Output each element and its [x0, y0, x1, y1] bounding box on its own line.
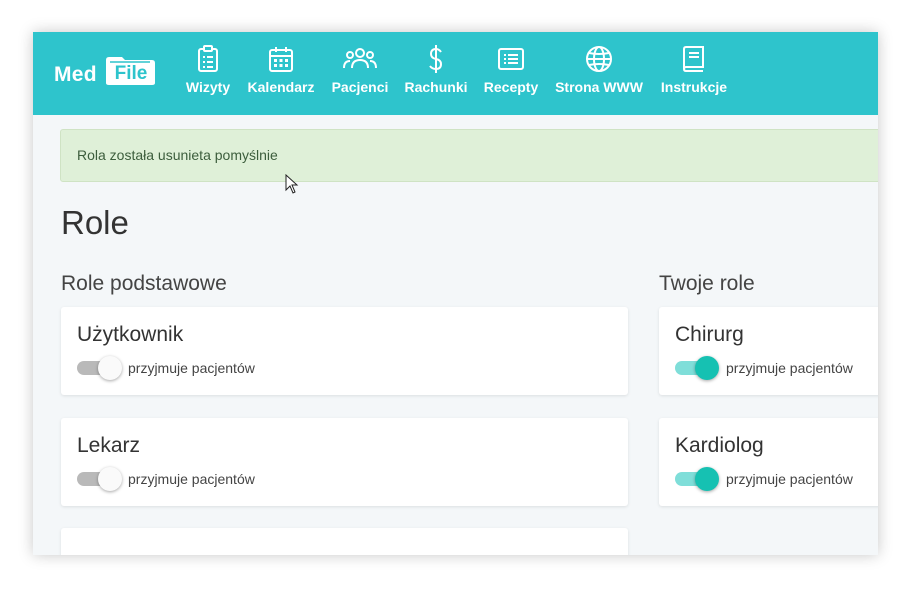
- nav-item-instrukcje[interactable]: Instrukcje: [659, 44, 729, 106]
- medfile-logo[interactable]: Med File: [54, 54, 158, 88]
- accepts-patients-toggle[interactable]: [675, 467, 723, 491]
- nav-item-rachunki[interactable]: Rachunki: [404, 44, 468, 106]
- top-navbar: Med File Wizyty Kalendarz Pacjenci Rachu…: [33, 32, 878, 115]
- toggle-knob: [695, 467, 719, 491]
- mouse-cursor-icon: [285, 174, 299, 194]
- nav-item-recepty[interactable]: Recepty: [483, 44, 539, 106]
- nav-label: Wizyty: [185, 79, 231, 95]
- calendar-icon: [269, 47, 293, 72]
- nav-item-wizyty[interactable]: Wizyty: [185, 44, 231, 106]
- nav-label: Strona WWW: [555, 79, 643, 95]
- accepts-patients-toggle[interactable]: [77, 356, 125, 380]
- toggle-label: przyjmuje pacjentów: [726, 360, 853, 376]
- alert-message: Rola została usunieta pomyślnie: [77, 147, 278, 163]
- clipboard-icon: [198, 45, 218, 72]
- role-card-uzytkownik: Użytkownik przyjmuje pacjentów: [61, 307, 628, 395]
- toggle-knob: [98, 356, 122, 380]
- logo-med-text: Med: [54, 63, 97, 86]
- logo-file-text: File: [114, 63, 148, 84]
- role-name: Chirurg: [675, 323, 744, 346]
- role-name: Lekarz: [77, 434, 141, 457]
- nav-label: Recepty: [483, 79, 539, 95]
- section-title-your-roles: Twoje role: [659, 272, 755, 295]
- toggle-label: przyjmuje pacjentów: [726, 471, 853, 487]
- users-icon: [343, 48, 377, 69]
- nav-label: Instrukcje: [660, 79, 728, 95]
- role-card-lekarz: Lekarz przyjmuje pacjentów: [61, 418, 628, 506]
- role-card-partial: [61, 528, 628, 555]
- toggle-label: przyjmuje pacjentów: [128, 471, 255, 487]
- nav-item-pacjenci[interactable]: Pacjenci: [330, 44, 390, 106]
- nav-item-kalendarz[interactable]: Kalendarz: [246, 44, 316, 106]
- nav-label: Rachunki: [404, 79, 468, 95]
- section-title-basic-roles: Role podstawowe: [61, 272, 227, 295]
- nav-item-strona-www[interactable]: Strona WWW: [553, 44, 645, 106]
- page-title: Role: [61, 204, 129, 241]
- accepts-patients-toggle[interactable]: [675, 356, 723, 380]
- role-card-chirurg: Chirurg przyjmuje pacjentów: [659, 307, 878, 395]
- book-icon: [682, 46, 704, 72]
- role-name: Kardiolog: [675, 434, 764, 457]
- nav-label: Kalendarz: [247, 79, 315, 95]
- role-name: Użytkownik: [77, 323, 184, 346]
- app-window: Med File Wizyty Kalendarz Pacjenci Rachu…: [33, 32, 878, 555]
- globe-icon: [586, 46, 612, 72]
- success-alert: Rola została usunieta pomyślnie: [60, 129, 878, 182]
- role-card-kardiolog: Kardiolog przyjmuje pacjentów: [659, 418, 878, 506]
- list-icon: [498, 48, 524, 70]
- toggle-label: przyjmuje pacjentów: [128, 360, 255, 376]
- nav-label: Pacjenci: [331, 79, 389, 95]
- toggle-knob: [98, 467, 122, 491]
- toggle-knob: [695, 356, 719, 380]
- accepts-patients-toggle[interactable]: [77, 467, 125, 491]
- dollar-icon: [429, 45, 443, 73]
